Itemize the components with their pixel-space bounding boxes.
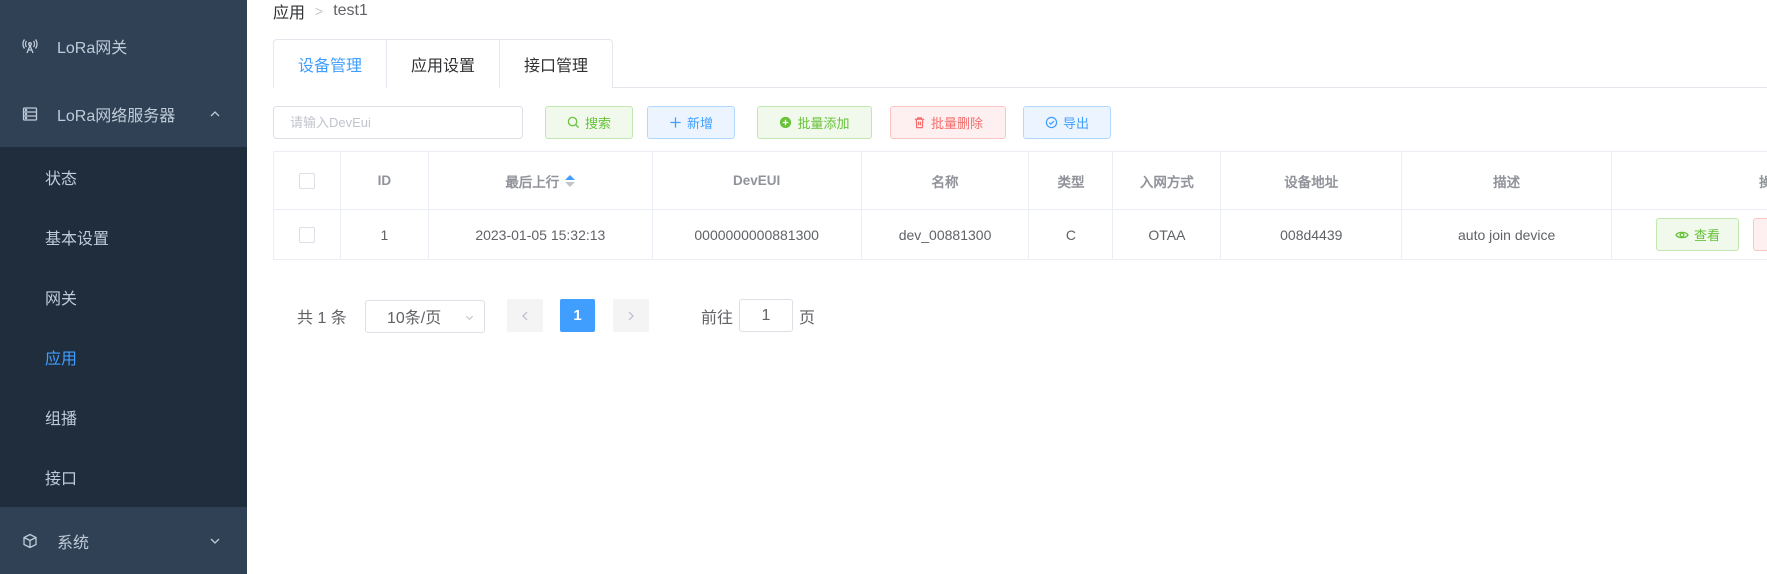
sidebar-item-label: 应用: [45, 351, 78, 368]
page-number-current[interactable]: 1: [560, 299, 595, 332]
tab-interface-management[interactable]: 接口管理: [499, 40, 612, 88]
view-button-label: 查看: [1694, 228, 1721, 243]
sidebar-item-label: 接口: [45, 471, 78, 488]
plus-icon: [670, 117, 681, 128]
menu-item-system[interactable]: 系统: [0, 507, 247, 574]
cell-id: 1: [341, 210, 429, 259]
batch-delete-button[interactable]: 批量删除: [890, 106, 1006, 139]
antenna-icon: [22, 38, 38, 53]
column-header-description: 描述: [1402, 152, 1613, 209]
column-header-join-method: 入网方式: [1113, 152, 1222, 209]
column-header-address: 设备地址: [1221, 152, 1403, 209]
chevron-down-icon: [210, 538, 220, 544]
column-header-deveui: DevEUI: [653, 152, 862, 209]
add-button[interactable]: 新增: [647, 106, 735, 139]
search-button-label: 搜索: [584, 116, 611, 131]
delete-button[interactable]: [1753, 218, 1767, 251]
tab-bar: 设备管理 应用设置 接口管理: [273, 39, 1767, 89]
cube-icon: [23, 533, 37, 548]
main-content: 应用 > test1 设备管理 应用设置 接口管理 搜索 新增 批量添加 批量删…: [247, 0, 1767, 558]
add-button-label: 新增: [686, 116, 713, 131]
device-table: ID 最后上行 DevEUI 名称 类型 入网方式 设备地址 描述 操作 1 2…: [273, 151, 1767, 260]
menu-item-system-label: 系统: [57, 534, 90, 552]
sidebar-item-basic-settings[interactable]: 基本设置: [0, 207, 247, 267]
row-checkbox[interactable]: [298, 226, 315, 243]
sidebar-item-gateway[interactable]: 网关: [0, 267, 247, 327]
cell-join-method: OTAA: [1113, 210, 1222, 259]
sidebar-item-label: 基本设置: [45, 231, 110, 248]
breadcrumb-current: test1: [333, 2, 368, 19]
deveui-search-input[interactable]: [273, 106, 523, 139]
cell-address: 008d4439: [1221, 210, 1403, 259]
breadcrumb-root[interactable]: 应用: [273, 0, 305, 23]
view-button[interactable]: 查看: [1656, 218, 1740, 251]
submenu-lora-server: 状态 基本设置 网关 应用 组播 接口: [0, 147, 247, 507]
eye-icon: [1675, 231, 1689, 238]
page-size-select[interactable]: 10条/页: [365, 299, 485, 333]
menu-item-lora-server-label: LoRa网络服务器: [57, 107, 176, 125]
chevron-left-icon: [522, 311, 528, 320]
menu-item-lora-gateway-label: LoRa网关: [57, 39, 128, 57]
column-header-actions-label: 操作: [1759, 171, 1767, 191]
chevron-up-icon: [210, 110, 220, 116]
column-header-last-uplink-label: 最后上行: [505, 174, 560, 190]
goto-page-input[interactable]: [739, 299, 793, 332]
cell-name: dev_00881300: [862, 210, 1030, 259]
next-page-button[interactable]: [613, 299, 649, 332]
cell-deveui: 0000000000881300: [653, 210, 862, 259]
menu-item-lora-gateway[interactable]: LoRa网关: [0, 12, 247, 79]
menu-item-lora-server[interactable]: LoRa网络服务器: [0, 80, 247, 147]
batch-add-button[interactable]: 批量添加: [757, 106, 872, 139]
chevron-right-icon: [628, 311, 634, 320]
search-icon: [567, 116, 580, 129]
search-button[interactable]: 搜索: [545, 106, 633, 139]
goto-label: 前往: [701, 310, 734, 327]
pagination-total: 共 1 条: [297, 310, 347, 327]
column-header-id: ID: [341, 152, 429, 209]
sidebar: LoRa网关 LoRa网络服务器 状态 基本设置 网关 应用 组播 接口 系统: [0, 0, 247, 574]
cell-description: auto join device: [1402, 210, 1613, 259]
sidebar-item-label: 网关: [45, 291, 78, 308]
tab-app-settings[interactable]: 应用设置: [386, 40, 499, 88]
sidebar-item-label: 状态: [45, 171, 78, 188]
tab-device-management[interactable]: 设备管理: [274, 40, 387, 89]
plus-circle-icon: [780, 116, 792, 129]
sort-icon[interactable]: [565, 174, 576, 187]
batch-add-button-label: 批量添加: [797, 116, 850, 131]
column-header-last-uplink[interactable]: 最后上行: [429, 152, 653, 209]
check-circle-icon: [1045, 116, 1058, 129]
trash-icon: [914, 117, 925, 129]
column-header-name: 名称: [862, 152, 1030, 209]
sidebar-item-status[interactable]: 状态: [0, 147, 247, 207]
sidebar-item-interface[interactable]: 接口: [0, 447, 247, 507]
cell-actions: 查看: [1612, 210, 1767, 259]
breadcrumb-separator-icon: >: [315, 3, 324, 19]
cell-type: C: [1029, 210, 1114, 259]
page-size-value: 10条/页: [387, 310, 442, 327]
table-row: 1 2023-01-05 15:32:13 0000000000881300 d…: [274, 210, 1767, 260]
sidebar-item-application[interactable]: 应用: [0, 327, 247, 387]
goto-unit: 页: [799, 310, 816, 327]
prev-page-button[interactable]: [507, 299, 543, 332]
export-button-label: 导出: [1062, 116, 1089, 131]
export-button[interactable]: 导出: [1023, 106, 1111, 139]
breadcrumb: 应用 > test1: [273, 0, 368, 22]
column-header-type: 类型: [1029, 152, 1114, 209]
select-all-checkbox[interactable]: [298, 172, 315, 189]
batch-delete-button-label: 批量删除: [930, 116, 983, 131]
toolbar: 搜索 新增 批量添加 批量删除 导出: [273, 106, 1767, 140]
sidebar-item-label: 组播: [45, 411, 78, 428]
sidebar-item-multicast[interactable]: 组播: [0, 387, 247, 447]
column-header-actions: 操作: [1612, 152, 1767, 209]
chevron-down-icon: [465, 315, 474, 320]
server-icon: [22, 106, 38, 121]
cell-last-uplink: 2023-01-05 15:32:13: [429, 210, 653, 259]
table-header-row: ID 最后上行 DevEUI 名称 类型 入网方式 设备地址 描述 操作: [274, 152, 1767, 210]
